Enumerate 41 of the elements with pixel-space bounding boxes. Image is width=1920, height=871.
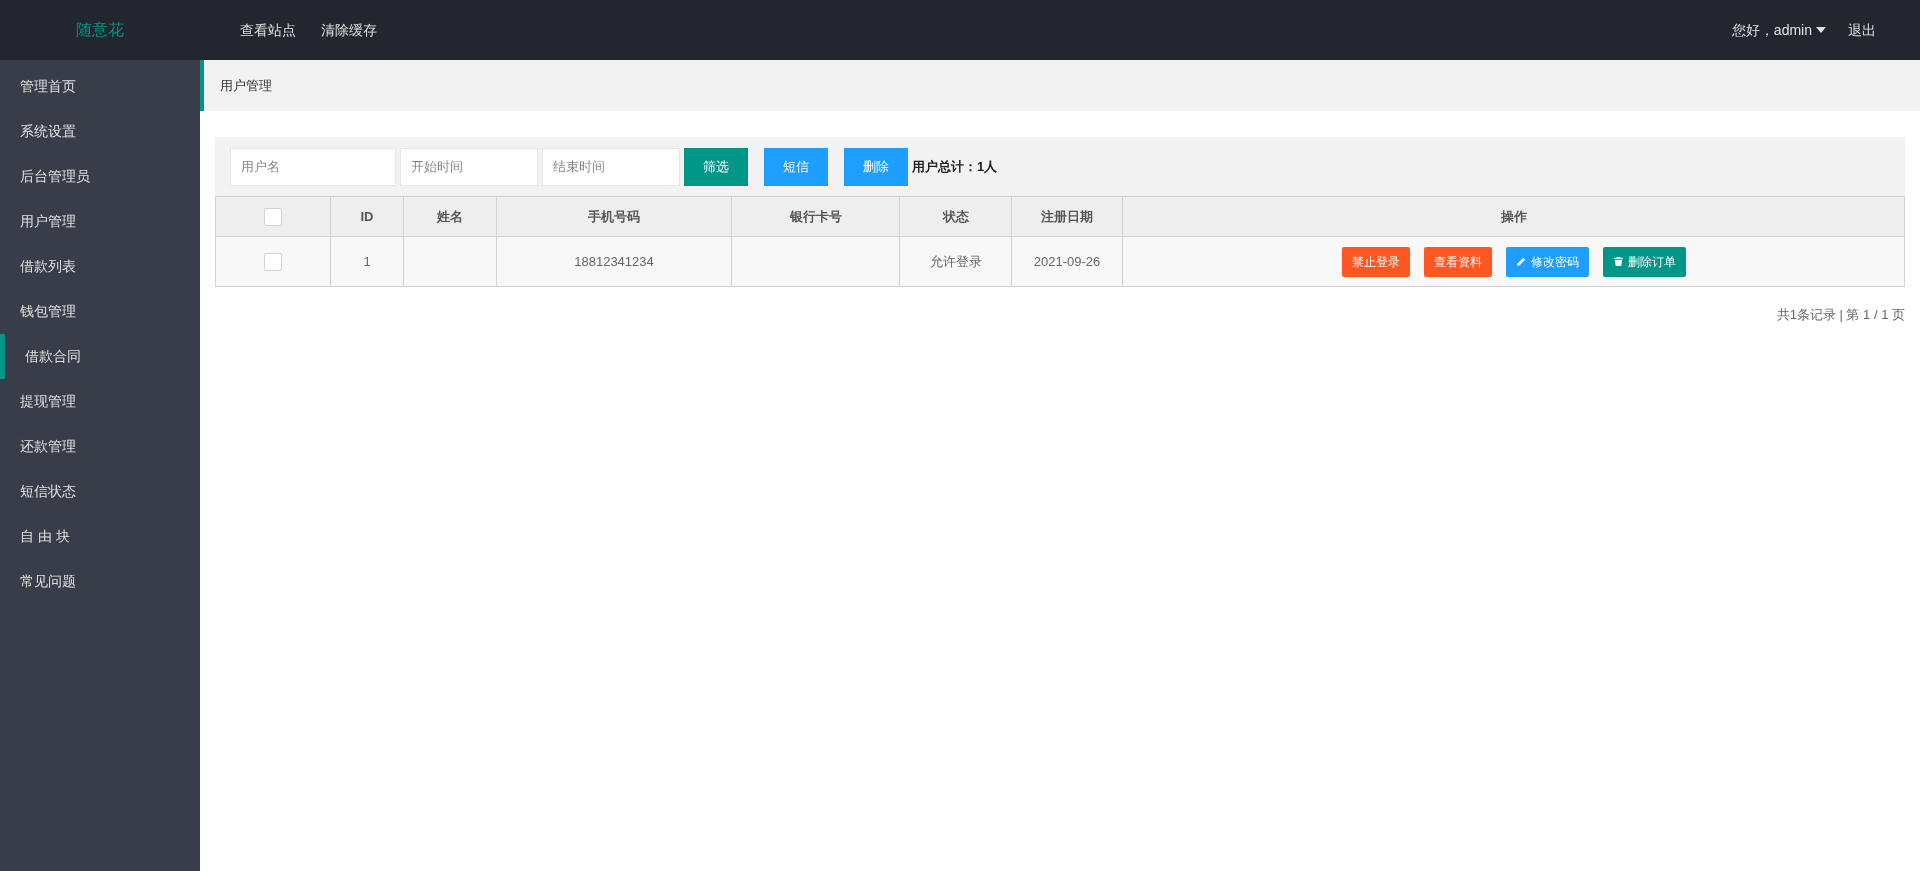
table-cell-text: 2021-09-26 — [1033, 252, 1101, 271]
column-header: 银行卡号 — [732, 197, 900, 236]
logout-link[interactable]: 退出 — [1848, 19, 1876, 41]
breadcrumb-text: 用户管理 — [220, 76, 272, 95]
sidebar-item[interactable]: 系统设置 — [0, 109, 200, 154]
input-field[interactable]: 结束时间 — [542, 147, 680, 186]
user-total: 用户总计：1人 — [912, 157, 998, 176]
column-header: 注册日期 — [1012, 197, 1123, 236]
pencil-icon — [1515, 256, 1527, 267]
sidebar-item[interactable]: 还款管理 — [0, 424, 200, 469]
nav-link[interactable]: 清除缓存 — [321, 19, 377, 41]
sidebar-item[interactable]: 后台管理员 — [0, 154, 200, 199]
sidebar-item[interactable]: 用户管理 — [0, 199, 200, 244]
table-cell-text: 1 — [363, 252, 371, 271]
column-header: 状态 — [900, 197, 1012, 236]
sidebar-item[interactable]: 提现管理 — [0, 379, 200, 424]
column-header: ID — [331, 197, 404, 236]
nav-link[interactable]: 查看站点 — [240, 19, 296, 41]
action-button[interactable]: 删除订单 — [1602, 246, 1686, 277]
input-field[interactable]: 用户名 — [230, 147, 396, 186]
checkbox[interactable] — [264, 207, 282, 226]
table-cell-text: 允许登录 — [929, 252, 982, 271]
sidebar-item[interactable]: 管理首页 — [0, 64, 200, 109]
sidebar-item[interactable]: 常见问题 — [0, 559, 200, 604]
checkbox[interactable] — [264, 252, 282, 271]
trash-icon — [1612, 256, 1624, 267]
column-header: 操作 — [1499, 207, 1528, 226]
pagination-text: 共1条记录 | 第 1 / 1 页 — [1776, 306, 1905, 324]
caret-icon — [1816, 27, 1826, 33]
column-header: 姓名 — [404, 197, 497, 236]
filter-button[interactable]: 筛选 — [684, 147, 748, 186]
input-field[interactable]: 开始时间 — [400, 147, 538, 186]
sidebar-item[interactable]: 钱包管理 — [0, 289, 200, 334]
user-menu[interactable]: 您好，admin — [1731, 19, 1826, 41]
sidebar-item[interactable]: 借款合同 — [0, 334, 200, 379]
logo-text: 随意花 — [76, 20, 124, 40]
sidebar-item[interactable]: 借款列表 — [0, 244, 200, 289]
table-cell-text: 18812341234 — [574, 252, 654, 271]
column-header: 手机号码 — [497, 197, 732, 236]
sidebar-item[interactable]: 短信状态 — [0, 469, 200, 514]
sidebar-item[interactable]: 自 由 块 — [0, 514, 200, 559]
